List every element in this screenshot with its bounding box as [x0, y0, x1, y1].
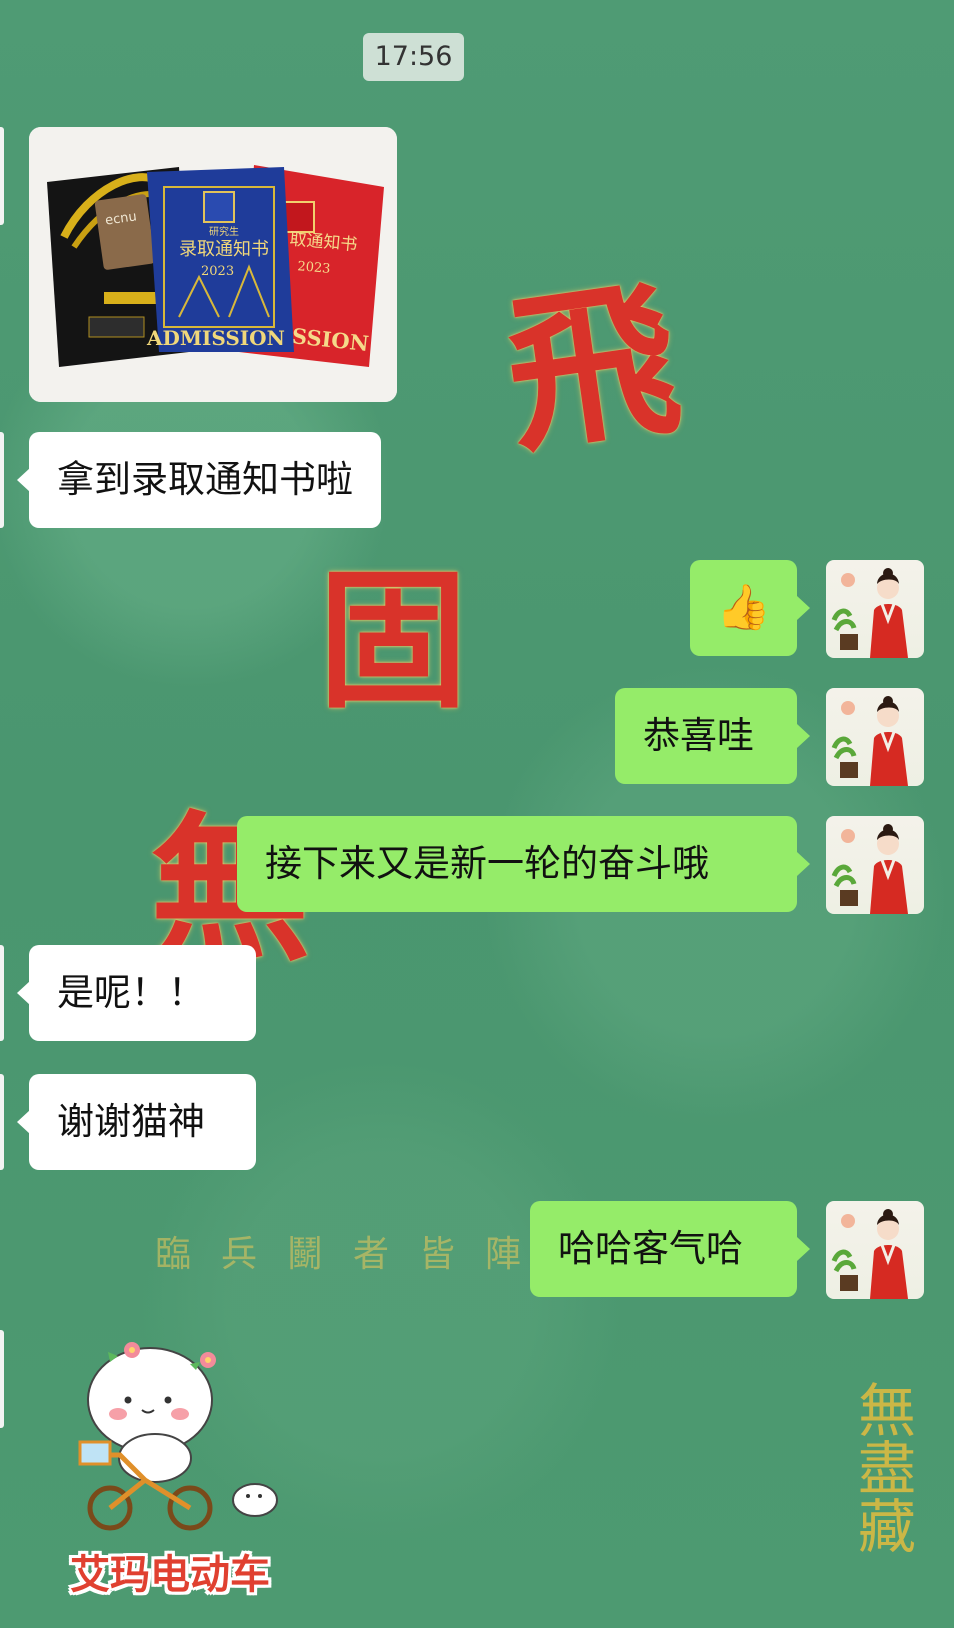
avatar[interactable]: [826, 688, 924, 786]
message-bubble-right[interactable]: 哈哈客气哈: [530, 1201, 810, 1297]
message-bubble-right-emoji[interactable]: 👍: [690, 560, 810, 656]
blue-card-title: 录取通知书: [179, 239, 269, 260]
blue-card-subtitle: 研究生: [209, 225, 239, 238]
message-bubble-left[interactable]: 是呢！！: [17, 945, 256, 1041]
admission-letter-photo: ecnu 取通知书 2023 SSION 研究生 录取通知书 2023 ADMI…: [29, 127, 397, 402]
sticker-message[interactable]: 艾玛电动车: [50, 1330, 290, 1600]
image-message-admission-letter[interactable]: ecnu 取通知书 2023 SSION 研究生 录取通知书 2023 ADMI…: [29, 127, 397, 402]
hanfu-woman-avatar-icon: [831, 1209, 908, 1299]
avatar[interactable]: [826, 816, 924, 914]
background-glyph-2: 固: [318, 553, 469, 729]
message-bubble-left[interactable]: 谢谢猫神: [17, 1074, 256, 1170]
thumbs-up-emoji-icon: 👍: [716, 582, 771, 633]
hanfu-woman-avatar-icon: [831, 824, 908, 914]
left-avatar-edge: [0, 1074, 4, 1170]
background-vertical-seal: 無盡藏: [848, 1380, 916, 1554]
background-glyph-1: 飛: [493, 256, 691, 479]
blue-card-year: 2023: [201, 264, 234, 279]
message-timestamp: 17:56: [363, 33, 464, 81]
left-avatar-edge: [0, 432, 4, 528]
bun-riding-bike-sticker-icon: [78, 1342, 278, 1531]
blue-card-admission: ADMISSION: [146, 326, 285, 350]
avatar[interactable]: [826, 560, 924, 658]
avatar[interactable]: [826, 1201, 924, 1299]
left-avatar-edge: [0, 1330, 4, 1428]
red-card-year: 2023: [297, 259, 331, 277]
background-gold-text: 臨兵鬭者皆陣: [155, 1234, 552, 1275]
hanfu-woman-avatar-icon: [831, 696, 908, 786]
left-avatar-edge: [0, 127, 4, 225]
left-avatar-edge: [0, 945, 4, 1041]
message-bubble-right[interactable]: 接下来又是新一轮的奋斗哦: [237, 816, 810, 912]
message-bubble-right[interactable]: 恭喜哇: [615, 688, 810, 784]
sticker-caption: 艾玛电动车: [70, 1552, 270, 1598]
message-bubble-left[interactable]: 拿到录取通知书啦: [17, 432, 381, 528]
hanfu-woman-avatar-icon: [831, 568, 908, 658]
